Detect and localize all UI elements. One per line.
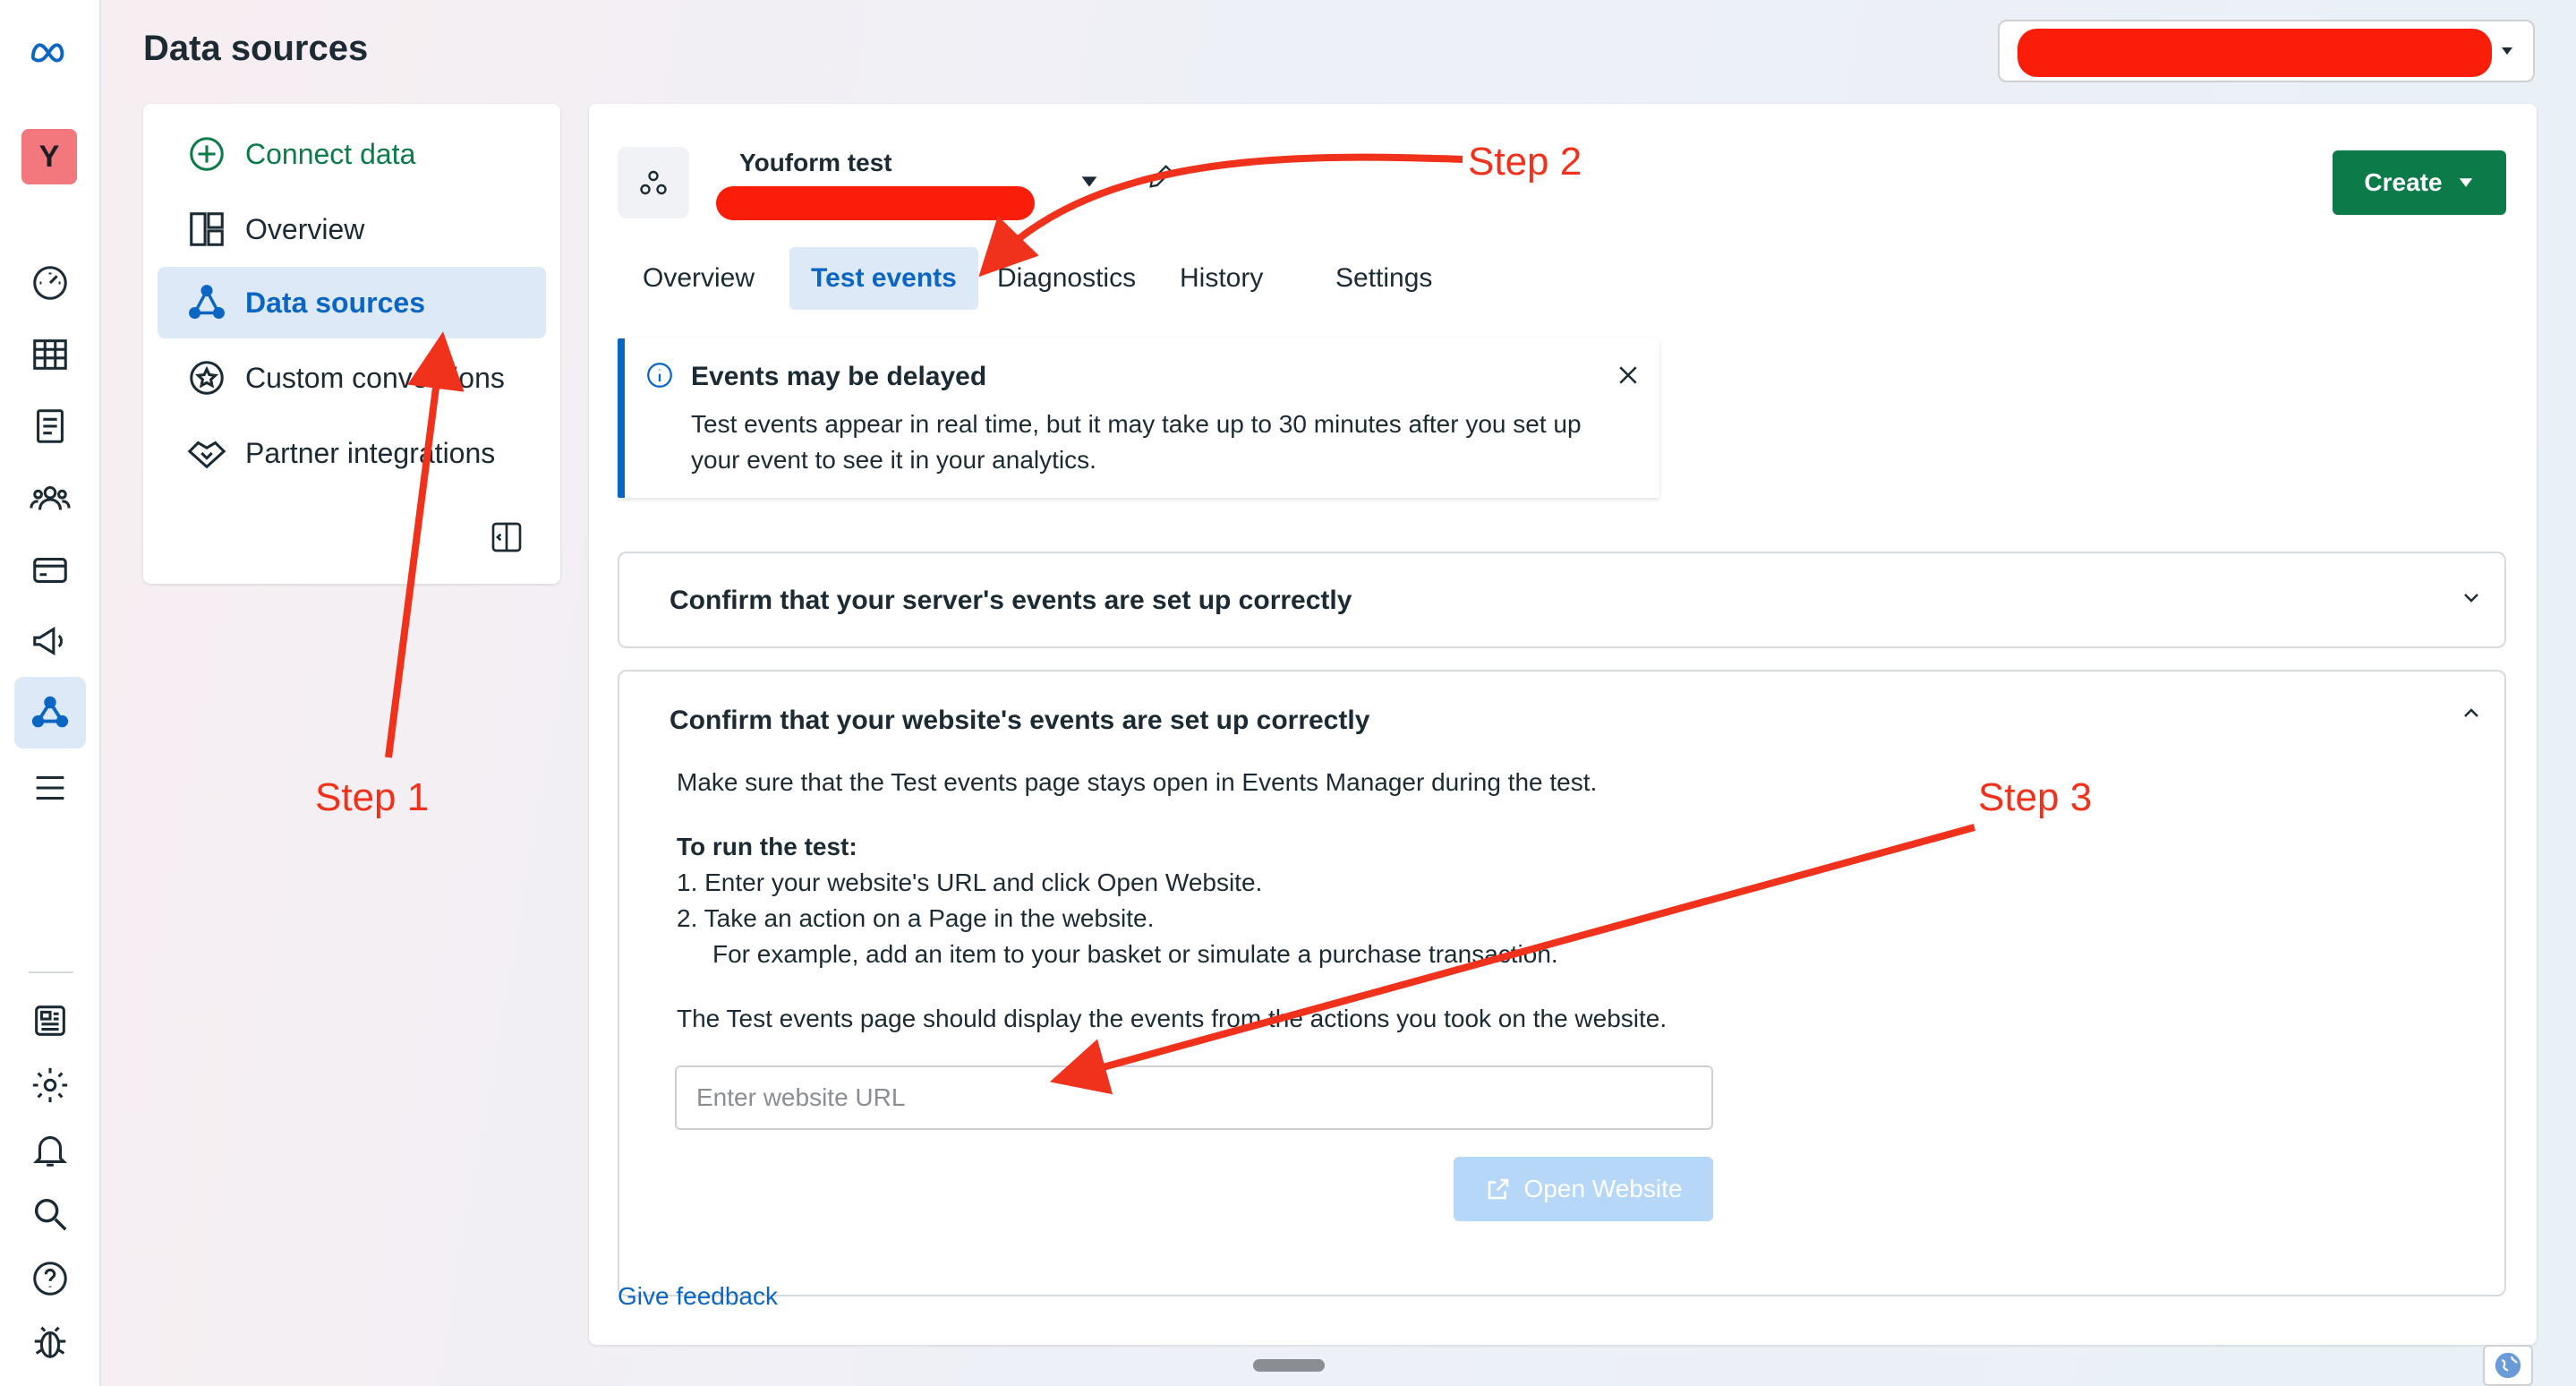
step-1-annotation: Step 1 bbox=[315, 775, 430, 819]
step-2-arrow bbox=[978, 153, 1463, 278]
step-3-arrow bbox=[1049, 824, 1976, 1095]
step-1-arrow bbox=[385, 331, 465, 758]
step-3-annotation: Step 3 bbox=[1978, 775, 2093, 819]
annotation-arrows bbox=[385, 153, 1976, 1095]
step-2-annotation: Step 2 bbox=[1468, 140, 1582, 184]
